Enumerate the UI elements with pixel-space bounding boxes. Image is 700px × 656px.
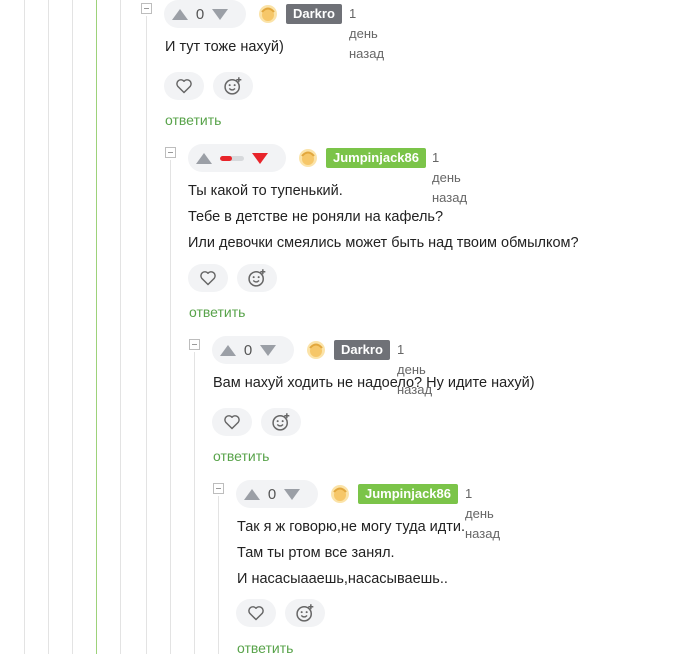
- reply-link[interactable]: ответить: [189, 304, 245, 320]
- rating-count: 0: [195, 5, 205, 23]
- thread-line: [146, 16, 147, 654]
- thread-line: [120, 0, 121, 654]
- comment-line: И насасыааешь,насасываешь..: [237, 571, 448, 587]
- react-button[interactable]: [213, 72, 253, 100]
- upvote-icon[interactable]: [196, 152, 212, 164]
- comment-line: Или девочки смеялись может быть над твои…: [188, 235, 579, 251]
- comment-time[interactable]: 1 день назад: [465, 484, 500, 544]
- react-button[interactable]: [285, 599, 325, 627]
- heart-icon: [176, 79, 192, 94]
- comment-line: Вам нахуй ходить не надоело? Ну идите на…: [213, 375, 535, 391]
- thread-line: [72, 0, 73, 654]
- author-nick[interactable]: Darkro: [286, 4, 342, 24]
- heart-icon: [224, 415, 240, 430]
- like-button[interactable]: [212, 408, 252, 436]
- upvote-icon[interactable]: [220, 344, 236, 356]
- like-button[interactable]: [236, 599, 276, 627]
- rating-bar: [220, 155, 244, 161]
- comment-line: Ты какой то тупенький.: [188, 183, 343, 199]
- comment-line: И тут тоже нахуй): [165, 39, 284, 55]
- thread-line: [48, 0, 49, 654]
- comment-text: Ты какой то тупенький. Тебе в детстве не…: [188, 178, 579, 256]
- heart-icon: [200, 271, 216, 286]
- downvote-icon[interactable]: [260, 344, 276, 356]
- thread-line: [194, 352, 195, 654]
- collapse-toggle[interactable]: [141, 3, 152, 14]
- comment-time[interactable]: 1 день назад: [349, 4, 384, 64]
- smiley-plus-icon: [248, 269, 266, 287]
- upvote-icon[interactable]: [244, 488, 260, 500]
- smiley-plus-icon: [224, 77, 242, 95]
- like-button[interactable]: [164, 72, 204, 100]
- smiley-plus-icon: [272, 413, 290, 431]
- comment-line: Так я ж говорю,не могу туда идти.: [237, 519, 466, 535]
- comment-text: И тут тоже нахуй): [165, 34, 284, 60]
- react-button[interactable]: [261, 408, 301, 436]
- thread-line-active: [96, 0, 97, 654]
- like-button[interactable]: [188, 264, 228, 292]
- collapse-toggle[interactable]: [189, 339, 200, 350]
- react-button[interactable]: [237, 264, 277, 292]
- author-nick[interactable]: Darkro: [334, 340, 390, 360]
- vote-control: 0: [236, 480, 318, 508]
- upvote-icon[interactable]: [172, 8, 188, 20]
- avatar-icon[interactable]: [330, 484, 350, 504]
- avatar-icon[interactable]: [298, 148, 318, 168]
- comment-text: Так я ж говорю,не могу туда идти. Там ты…: [237, 514, 465, 592]
- comment-text: Вам нахуй ходить не надоело? Ну идите на…: [213, 370, 535, 396]
- avatar-icon[interactable]: [306, 340, 326, 360]
- vote-control: [188, 144, 286, 172]
- downvote-icon[interactable]: [212, 8, 228, 20]
- heart-icon: [248, 606, 264, 621]
- downvote-icon[interactable]: [284, 488, 300, 500]
- vote-control: 0: [164, 0, 246, 28]
- smiley-plus-icon: [296, 604, 314, 622]
- author-nick[interactable]: Jumpinjack86: [358, 484, 458, 504]
- thread-line: [170, 160, 171, 654]
- vote-control: 0: [212, 336, 294, 364]
- avatar-icon[interactable]: [258, 4, 278, 24]
- thread-line: [24, 0, 25, 654]
- reply-link[interactable]: ответить: [165, 112, 221, 128]
- reply-link[interactable]: ответить: [213, 448, 269, 464]
- author-nick[interactable]: Jumpinjack86: [326, 148, 426, 168]
- rating-count: 0: [267, 485, 277, 503]
- comment-line: Там ты ртом все занял.: [237, 545, 395, 561]
- comment-line: Тебе в детстве не роняли на кафель?: [188, 209, 444, 225]
- downvote-icon[interactable]: [252, 152, 268, 164]
- collapse-toggle[interactable]: [165, 147, 176, 158]
- rating-count: 0: [243, 341, 253, 359]
- collapse-toggle[interactable]: [213, 483, 224, 494]
- thread-line: [218, 496, 219, 654]
